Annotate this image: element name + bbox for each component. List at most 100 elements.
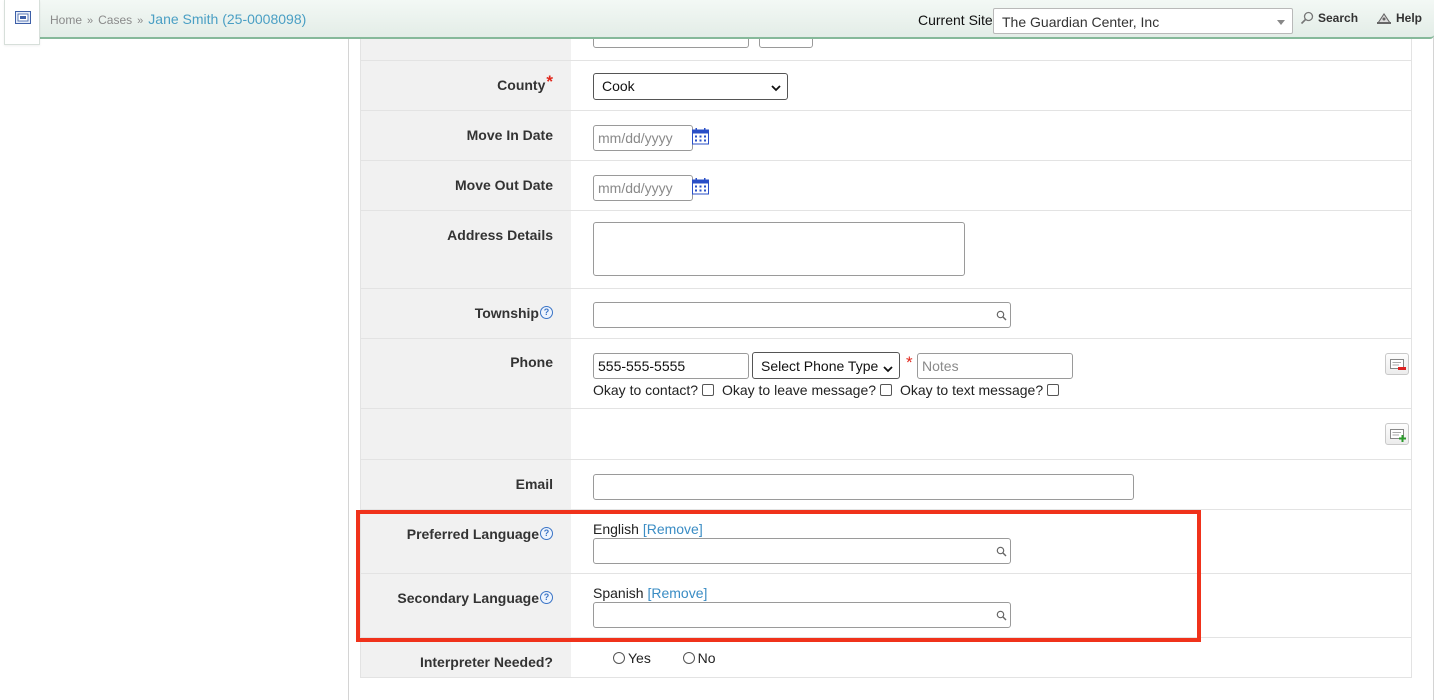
township-label: Township? <box>361 289 571 338</box>
move-out-date-input[interactable]: mm/dd/yyyy <box>593 175 693 201</box>
interpreter-yes-label: Yes <box>628 650 651 666</box>
remove-secondary-language-link[interactable]: [Remove] <box>647 585 707 601</box>
magnifier-icon <box>996 308 1007 324</box>
interpreter-needed-label: Interpreter Needed? <box>361 638 571 677</box>
help-question-icon[interactable]: ? <box>540 591 553 604</box>
phone-permissions: Okay to contact? Okay to leave message? … <box>593 382 1063 398</box>
form-row-county: County* Cook <box>360 61 1412 111</box>
move-out-date-field: mm/dd/yyyy <box>582 161 1411 210</box>
township-field <box>582 289 1411 338</box>
add-phone-button[interactable] <box>1385 423 1409 445</box>
breadcrumb-cases[interactable]: Cases <box>98 13 132 27</box>
form-row-move-out-date: Move Out Date mm/dd/yyyy <box>360 161 1412 211</box>
email-field <box>582 460 1411 509</box>
form-row-secondary-language: Secondary Language? Spanish [Remove] <box>360 574 1412 638</box>
required-asterisk: * <box>546 72 553 91</box>
county-field: Cook <box>582 61 1411 110</box>
search-link[interactable]: Search <box>1300 11 1358 28</box>
calendar-icon[interactable] <box>692 178 709 198</box>
interpreter-options: Yes No <box>613 650 716 666</box>
move-out-date-label: Move Out Date <box>361 161 571 210</box>
interpreter-no-radio[interactable] <box>682 652 695 664</box>
ok-to-leave-message-label: Okay to leave message? <box>721 382 877 398</box>
help-lifebuoy-icon <box>1376 11 1392 28</box>
form-row-email: Email <box>360 460 1412 510</box>
home-icon <box>15 11 31 28</box>
chevron-down-icon <box>883 361 893 377</box>
move-in-date-field: mm/dd/yyyy <box>582 111 1411 160</box>
current-site-label: Current Site <box>918 12 993 28</box>
form-row-preferred-language: Preferred Language? English [Remove] <box>360 510 1412 574</box>
breadcrumb-home[interactable]: Home <box>50 13 82 27</box>
address-details-label: Address Details <box>361 211 571 288</box>
top-navigation-bar: Home » Cases » Jane Smith (25-0008098) Curre… <box>8 0 1434 39</box>
phone-notes-input[interactable]: Notes <box>917 353 1073 379</box>
phone-field: 555-555-5555 Select Phone Type * Notes O… <box>582 339 1411 408</box>
add-row-icon <box>1390 429 1406 442</box>
form-row-township: Township? <box>360 289 1412 339</box>
preferred-language-lookup-input[interactable] <box>593 538 1011 564</box>
ok-to-leave-message-checkbox[interactable] <box>880 384 893 396</box>
magnifier-icon <box>996 544 1007 560</box>
preferred-language-value: English <box>593 521 639 537</box>
breadcrumb-separator: » <box>137 15 144 27</box>
township-label-text: Township <box>474 305 539 321</box>
address-details-textarea[interactable] <box>593 222 965 276</box>
magnifier-icon <box>996 608 1007 624</box>
remove-phone-button[interactable] <box>1385 353 1409 375</box>
move-in-date-input[interactable]: mm/dd/yyyy <box>593 125 693 151</box>
phone-type-value: Select Phone Type <box>761 358 879 374</box>
interpreter-needed-field: Yes No <box>582 638 1411 677</box>
ok-to-text-message-checkbox[interactable] <box>1047 384 1060 396</box>
preferred-language-label-text: Preferred Language <box>406 526 539 542</box>
ok-to-contact-checkbox[interactable] <box>702 384 715 396</box>
help-link[interactable]: Help <box>1376 11 1422 28</box>
calendar-icon[interactable] <box>692 128 709 148</box>
phone-type-select[interactable]: Select Phone Type <box>752 352 900 379</box>
secondary-language-label-text: Secondary Language <box>397 590 539 606</box>
search-label: Search <box>1318 11 1359 25</box>
preferred-language-selected: English [Remove] <box>593 521 703 537</box>
secondary-language-label: Secondary Language? <box>361 574 571 637</box>
add-phone-label-empty <box>361 409 571 459</box>
email-input[interactable] <box>593 474 1134 500</box>
email-label: Email <box>361 460 571 509</box>
add-phone-field <box>582 409 1411 459</box>
ok-to-text-message-label: Okay to text message? <box>899 382 1044 398</box>
address-details-field <box>582 211 1411 288</box>
breadcrumb-current-case[interactable]: Jane Smith (25-0008098) <box>148 11 306 27</box>
magnifier-icon <box>1300 11 1314 28</box>
current-site-select[interactable]: The Guardian Center, Inc <box>993 8 1293 34</box>
case-form-panel: County* Cook Move In Date mm/dd/yyyy Mov… <box>348 16 1434 700</box>
county-label: County* <box>361 61 571 110</box>
form-row-phone: Phone 555-555-5555 Select Phone Type * N… <box>360 339 1412 409</box>
home-button[interactable] <box>4 0 40 45</box>
county-value: Cook <box>602 78 635 94</box>
county-select[interactable]: Cook <box>593 73 788 100</box>
remove-preferred-language-link[interactable]: [Remove] <box>643 521 703 537</box>
required-asterisk: * <box>906 353 913 372</box>
help-question-icon[interactable]: ? <box>540 527 553 540</box>
secondary-language-lookup-input[interactable] <box>593 602 1011 628</box>
township-lookup-input[interactable] <box>593 302 1011 328</box>
interpreter-no-label: No <box>697 650 716 666</box>
phone-label: Phone <box>361 339 571 408</box>
secondary-language-field: Spanish [Remove] <box>582 574 1411 637</box>
breadcrumb-separator: » <box>87 15 94 27</box>
form-row-move-in-date: Move In Date mm/dd/yyyy <box>360 111 1412 161</box>
move-in-date-label: Move In Date <box>361 111 571 160</box>
secondary-language-value: Spanish <box>593 585 644 601</box>
help-label: Help <box>1396 11 1423 25</box>
current-site-value: The Guardian Center, Inc <box>1002 14 1160 30</box>
preferred-language-label: Preferred Language? <box>361 510 571 573</box>
phone-number-input[interactable]: 555-555-5555 <box>593 353 749 379</box>
form-row-interpreter-needed: Interpreter Needed? Yes No <box>360 638 1412 678</box>
secondary-language-selected: Spanish [Remove] <box>593 585 707 601</box>
remove-row-icon <box>1390 359 1406 370</box>
ok-to-contact-label: Okay to contact? <box>593 382 699 398</box>
interpreter-yes-radio[interactable] <box>613 652 625 664</box>
dropdown-arrow-icon <box>1277 20 1285 25</box>
preferred-language-field: English [Remove] <box>582 510 1411 573</box>
form-row-add-phone <box>360 409 1412 460</box>
help-question-icon[interactable]: ? <box>540 306 553 319</box>
